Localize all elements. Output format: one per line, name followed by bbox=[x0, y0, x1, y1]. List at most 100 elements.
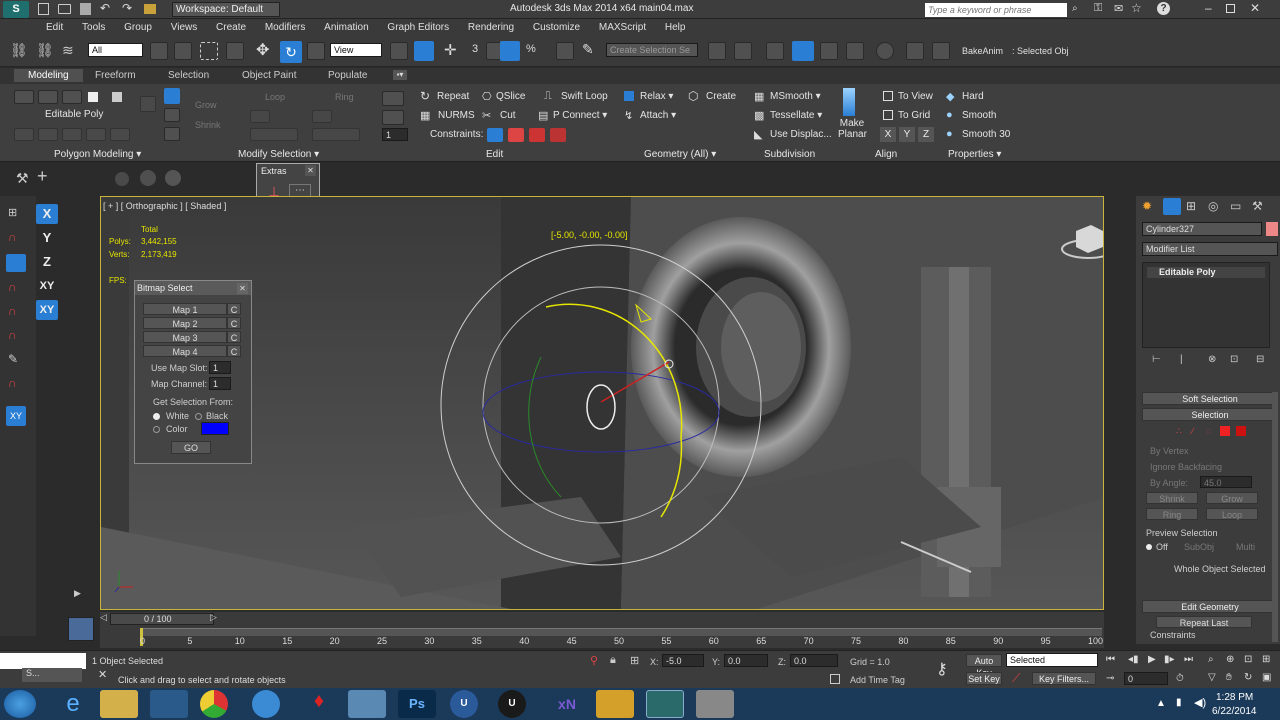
color-swatch[interactable] bbox=[201, 422, 229, 435]
p-connect-icon[interactable]: ▤ bbox=[538, 109, 548, 122]
edit-icon-b[interactable] bbox=[382, 110, 404, 125]
to-view-button[interactable]: To View bbox=[898, 91, 933, 102]
constraint-face-icon[interactable] bbox=[529, 128, 545, 142]
add-icon[interactable]: + bbox=[37, 166, 48, 187]
restore-icon[interactable] bbox=[1226, 4, 1235, 13]
swift-loop-icon[interactable]: ⎍ bbox=[544, 90, 552, 103]
tab-modeling[interactable]: Modeling bbox=[14, 69, 83, 82]
next-frame-arrow[interactable]: ▷ bbox=[210, 612, 217, 623]
tray-flag-icon[interactable]: ▲ bbox=[1156, 698, 1166, 709]
key-icon[interactable]: ⚷ bbox=[936, 659, 948, 679]
planar-y-button[interactable]: Y bbox=[899, 127, 915, 142]
clock-time[interactable]: 1:28 PM bbox=[1216, 692, 1253, 703]
map-4-clear-button[interactable]: C bbox=[227, 345, 241, 357]
p-connect-button[interactable]: P Connect ▾ bbox=[553, 110, 607, 121]
file-explorer-icon[interactable] bbox=[100, 690, 138, 718]
subdivision-section[interactable]: Subdivision bbox=[764, 149, 815, 160]
preview-off-radio[interactable] bbox=[1146, 544, 1152, 550]
menu-customize[interactable]: Customize bbox=[525, 19, 588, 37]
nurms-button[interactable]: NURMS bbox=[438, 110, 475, 121]
loop-button[interactable]: Loop bbox=[265, 92, 285, 102]
configure-modifier-sets-icon[interactable]: ⊟ bbox=[1256, 354, 1264, 365]
add-time-tag-icon[interactable] bbox=[830, 674, 840, 684]
unreal-icon[interactable]: U bbox=[450, 690, 478, 718]
magnet-icon-4[interactable]: ∩ bbox=[8, 328, 17, 342]
menu-group[interactable]: Group bbox=[116, 19, 160, 37]
qslice-icon[interactable]: ⎔ bbox=[482, 90, 492, 103]
toggle-end-result-icon[interactable] bbox=[86, 128, 106, 141]
set-key-button[interactable]: Set Key bbox=[966, 672, 1002, 685]
ring-button[interactable]: Ring bbox=[335, 92, 354, 102]
geometry-all-section[interactable]: Geometry (All) ▾ bbox=[644, 149, 716, 160]
white-radio[interactable] bbox=[153, 413, 160, 420]
cut-icon[interactable]: ✂ bbox=[482, 109, 491, 122]
stack-item-editable-poly[interactable]: Editable Poly bbox=[1147, 267, 1265, 278]
y-coord-field[interactable]: 0.0 bbox=[724, 654, 768, 667]
snap-icon-b[interactable]: XY bbox=[6, 406, 26, 426]
map-channel-spinner[interactable]: 1 bbox=[209, 377, 231, 390]
grow-button[interactable]: Grow bbox=[1206, 492, 1258, 504]
ring-mode-icon-2[interactable] bbox=[312, 128, 360, 141]
create-tab-icon[interactable]: ✹ bbox=[1142, 199, 1152, 213]
move-icon[interactable]: ✥ bbox=[256, 40, 269, 60]
by-vertex-checkbox[interactable]: By Vertex bbox=[1150, 446, 1189, 456]
prev-frame-arrow[interactable]: ◁ bbox=[100, 612, 107, 623]
undo-icon[interactable]: ↶ bbox=[100, 1, 110, 15]
make-planar-button[interactable]: Make Planar bbox=[838, 118, 867, 140]
editable-poly-label[interactable]: Editable Poly bbox=[45, 109, 103, 120]
zoom-all-icon[interactable]: ⊕ bbox=[1226, 654, 1234, 665]
lock-selection-icon[interactable]: 🔒︎ bbox=[610, 654, 616, 667]
graphite-toggle-icon[interactable] bbox=[792, 41, 814, 61]
edge-select-icon[interactable]: ∕ bbox=[1192, 426, 1194, 436]
zoom-icon[interactable]: ⌕ bbox=[1208, 654, 1214, 665]
planar-z-button[interactable]: Z bbox=[918, 127, 934, 142]
constraint-edge-icon[interactable] bbox=[508, 128, 524, 142]
repeat-button[interactable]: Repeat bbox=[437, 91, 469, 102]
app-window-icon[interactable] bbox=[348, 690, 386, 718]
bake-anim-label[interactable]: BakeAnim bbox=[962, 46, 1003, 56]
use-displacement-icon[interactable]: ◣ bbox=[754, 128, 762, 141]
app-cube-icon[interactable] bbox=[696, 690, 734, 718]
selection-rollout[interactable]: Selection bbox=[1142, 408, 1278, 421]
motion-tab-icon[interactable]: ◎ bbox=[1208, 199, 1218, 213]
make-planar-icon[interactable] bbox=[843, 88, 855, 116]
layer-manager-icon[interactable] bbox=[766, 42, 784, 60]
axis-z-button[interactable]: Z bbox=[36, 252, 58, 272]
map-1-clear-button[interactable]: C bbox=[227, 303, 241, 315]
object-color-swatch[interactable] bbox=[1266, 222, 1278, 236]
open-file-icon[interactable] bbox=[58, 4, 71, 14]
soft-selection-rollout[interactable]: Soft Selection bbox=[1142, 392, 1278, 405]
polygon-select-icon[interactable] bbox=[1220, 426, 1230, 436]
menu-help[interactable]: Help bbox=[657, 19, 694, 37]
project-folder-icon[interactable] bbox=[144, 4, 156, 14]
select-manipulate-icon[interactable] bbox=[414, 41, 434, 61]
relax-icon[interactable] bbox=[624, 91, 634, 101]
magnet-icon-2[interactable]: ∩ bbox=[8, 280, 17, 294]
field-of-view-icon[interactable]: ▽ bbox=[1208, 672, 1216, 683]
shrink-button[interactable]: Shrink bbox=[1146, 492, 1198, 504]
create-button[interactable]: Create bbox=[706, 91, 736, 102]
select-by-name-icon[interactable] bbox=[174, 42, 192, 60]
selected-obj-label[interactable]: : Selected Obj bbox=[1012, 46, 1069, 56]
preview-multi-radio[interactable]: Multi bbox=[1236, 542, 1255, 552]
app-red-drop-icon[interactable]: ♦ bbox=[300, 690, 338, 718]
link-icon[interactable]: ⛓ bbox=[10, 42, 28, 59]
edit-spinner[interactable]: 1 bbox=[382, 128, 408, 141]
align-section[interactable]: Align bbox=[875, 149, 897, 160]
to-view-icon[interactable] bbox=[883, 91, 893, 101]
communication-center-icon[interactable]: ✉ bbox=[1114, 2, 1123, 15]
map-4-button[interactable]: Map 4 bbox=[143, 345, 227, 357]
snaps-toggle-icon[interactable]: 3 bbox=[472, 43, 478, 55]
menu-tools[interactable]: Tools bbox=[74, 19, 113, 37]
display-tab-icon[interactable]: ▭ bbox=[1230, 199, 1241, 213]
remove-modifier-icon[interactable]: ⊡ bbox=[1230, 354, 1238, 365]
bind-space-warp-icon[interactable]: ≋ bbox=[62, 42, 74, 59]
rendered-frame-icon[interactable] bbox=[932, 42, 950, 60]
magnet-icon[interactable]: ∩ bbox=[8, 230, 17, 244]
tessellate-button[interactable]: Tessellate ▾ bbox=[770, 110, 822, 121]
command-panel-scrollbar[interactable] bbox=[1272, 392, 1278, 642]
hard-button[interactable]: Hard bbox=[962, 91, 984, 102]
subscription-icon[interactable]: ⚿ bbox=[1094, 2, 1102, 15]
chrome-icon[interactable] bbox=[200, 690, 228, 718]
use-map-slot-spinner[interactable]: 1 bbox=[209, 361, 231, 374]
